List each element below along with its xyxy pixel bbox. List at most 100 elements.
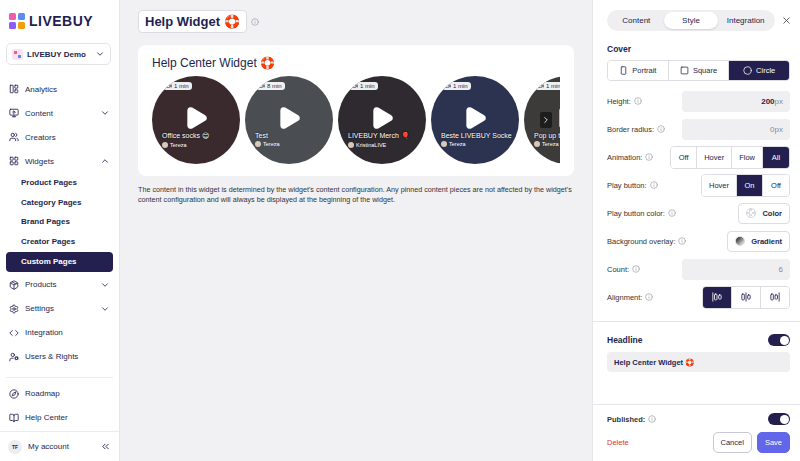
info-icon[interactable]	[645, 153, 653, 161]
sidebar-item[interactable]: Creators	[6, 125, 113, 149]
info-icon[interactable]	[648, 415, 656, 423]
video-bubble[interactable]: 1 minOffice socks 😊Tereza	[152, 76, 240, 164]
play-icon[interactable]	[555, 105, 560, 131]
chevron-up-icon	[100, 156, 110, 166]
video-creator: KristinaLIVE	[348, 142, 420, 148]
setting-row: Play button color: Color	[607, 199, 790, 227]
segment-option[interactable]: Off	[671, 147, 697, 168]
sidebar-subitem[interactable]: Category Pages	[6, 193, 113, 213]
segment-option[interactable]: All	[763, 147, 789, 168]
tab[interactable]: Integration	[718, 12, 773, 29]
account[interactable]: TFMy account	[0, 431, 119, 461]
play-icon[interactable]	[369, 105, 395, 131]
sidebar-item[interactable]: Analytics	[6, 77, 113, 101]
play-icon[interactable]	[276, 105, 302, 131]
sidebar-item[interactable]: Roadmap	[6, 382, 113, 406]
next-button[interactable]	[540, 112, 552, 128]
sidebar-subitem[interactable]: Brand Pages	[6, 212, 113, 232]
segment-option[interactable]: On	[737, 175, 763, 196]
workspace-select[interactable]: LIVEBUY Demo	[6, 43, 111, 65]
nav-icon	[9, 108, 19, 118]
duration-badge: 1 min	[535, 82, 560, 90]
alignment-option[interactable]	[761, 287, 789, 308]
setting-row: Play button:HoverOnOff	[607, 171, 790, 199]
play-icon[interactable]	[462, 105, 488, 131]
logo[interactable]: LIVEBUY	[0, 0, 119, 34]
tab[interactable]: Style	[664, 12, 719, 29]
color-picker[interactable]: Color	[738, 203, 790, 224]
info-icon[interactable]	[668, 209, 676, 217]
cover-control: PortraitSquareCircle	[607, 60, 790, 81]
headline-input[interactable]: Help Center Widget 🛟	[607, 352, 790, 372]
info-icon[interactable]	[645, 293, 653, 301]
published-label: Published:	[607, 415, 656, 424]
headline-toggle[interactable]	[768, 334, 790, 346]
avatar: TF	[8, 440, 22, 454]
info-icon[interactable]	[251, 18, 259, 26]
collapse-icon[interactable]	[100, 441, 111, 452]
segment-option[interactable]: Hover	[697, 147, 732, 168]
duration-badge: 1 min	[442, 82, 471, 90]
info-icon[interactable]	[678, 237, 686, 245]
cover-option[interactable]: Square	[669, 61, 730, 80]
published-toggle[interactable]	[768, 413, 790, 425]
sidebar-subitem[interactable]: Custom Pages	[6, 252, 113, 272]
widget-headline: Help Center Widget 🛟	[152, 56, 560, 70]
video-bubble[interactable]: 1 minBeste LIVEBUY SockeTereza	[431, 76, 519, 164]
workspace-icon	[12, 49, 23, 60]
align-icon	[712, 292, 722, 302]
info-icon[interactable]	[632, 265, 640, 273]
panel-footer: Published: Delete CancelSave	[593, 404, 800, 461]
nav-icon	[9, 413, 19, 423]
info-icon[interactable]	[634, 97, 642, 105]
tab[interactable]: Content	[609, 12, 664, 29]
save-button[interactable]: Save	[757, 432, 790, 453]
logo-text: LIVEBUY	[29, 13, 93, 29]
widget-preview: Help Center Widget 🛟 1 minOffice socks 😊T…	[138, 45, 574, 176]
sidebar-nav: AnalyticsContentCreatorsWidgetsProduct P…	[0, 65, 119, 430]
sidebar-item[interactable]: Settings	[6, 297, 113, 321]
sidebar-item[interactable]: Integration	[6, 321, 113, 345]
color-picker[interactable]: Gradient	[727, 231, 790, 252]
setting-label: Play button color:	[607, 209, 676, 218]
sidebar-item[interactable]: Products	[6, 273, 113, 297]
video-icon	[166, 83, 172, 89]
video-creator: Tereza	[255, 141, 327, 147]
play-icon[interactable]	[183, 105, 209, 131]
sidebar-subitem[interactable]: Creator Pages	[6, 232, 113, 252]
video-icon	[352, 83, 358, 89]
cover-option[interactable]: Circle	[729, 61, 789, 80]
alignment-option[interactable]	[703, 287, 732, 308]
segment-option[interactable]: Hover	[702, 175, 737, 196]
alignment-option[interactable]	[732, 287, 761, 308]
cover-shape-icon	[680, 66, 689, 75]
nav-icon	[9, 156, 19, 166]
sidebar-item[interactable]: Widgets	[6, 149, 113, 173]
video-bubble[interactable]: 1 minLIVEBUY Merch 🎈KristinaLIVE	[338, 76, 426, 164]
setting-row: Border radius:0px	[607, 115, 790, 143]
sidebar-item[interactable]: Users & Rights	[6, 345, 113, 369]
duration-badge: 8 min	[256, 82, 285, 90]
chevron-down-icon	[100, 304, 110, 314]
video-icon	[538, 83, 544, 89]
widget-note: The content in this widget is determined…	[138, 185, 578, 206]
number-field[interactable]: 200px	[682, 91, 790, 112]
sidebar-item[interactable]: Help Center	[6, 406, 113, 430]
sidebar-subitem[interactable]: Product Pages	[6, 173, 113, 193]
cancel-button[interactable]: Cancel	[713, 432, 752, 453]
sidebar-item[interactable]: Content	[6, 101, 113, 125]
segment-option[interactable]: Flow	[732, 147, 763, 168]
page-title[interactable]: Help Widget 🛟	[138, 10, 247, 33]
delete-button[interactable]: Delete	[607, 438, 629, 447]
video-bubble[interactable]: 8 min Test Tereza	[245, 76, 333, 164]
close-icon[interactable]	[781, 15, 792, 26]
number-field[interactable]: 0px	[682, 119, 790, 140]
video-title: Test	[255, 132, 327, 139]
video-title: Beste LIVEBUY Socke	[441, 132, 513, 139]
chevron-down-icon	[100, 108, 110, 118]
info-icon[interactable]	[650, 181, 658, 189]
segment-option[interactable]: Off	[763, 175, 789, 196]
cover-option[interactable]: Portrait	[608, 61, 669, 80]
info-icon[interactable]	[657, 125, 665, 133]
setting-row: Background overlay:Gradient	[607, 227, 790, 255]
